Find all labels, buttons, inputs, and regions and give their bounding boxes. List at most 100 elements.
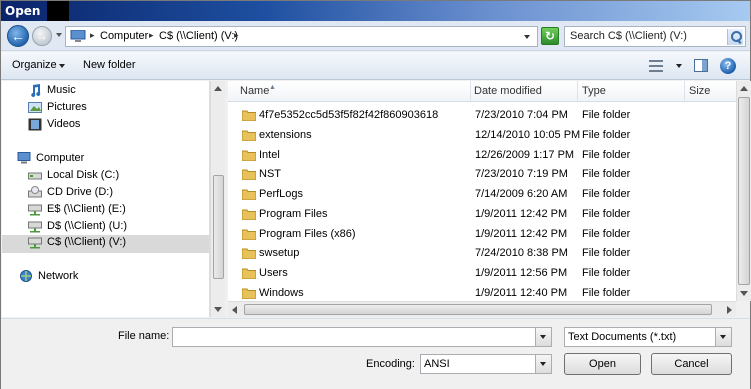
scroll-left-icon[interactable] <box>232 306 237 314</box>
back-button[interactable]: ← <box>7 25 29 47</box>
sidebar-item-pictures[interactable]: Pictures <box>28 100 208 117</box>
sidebar-item-label: E$ (\\Client) (E:) <box>47 203 126 215</box>
file-list-horizontal-scrollbar[interactable] <box>228 301 736 317</box>
sidebar-item-d-share[interactable]: D$ (\\Client) (U:) <box>28 219 208 236</box>
sidebar-item-e-share[interactable]: E$ (\\Client) (E:) <box>28 202 208 219</box>
chevron-down-icon[interactable] <box>535 355 551 373</box>
sidebar-item-label: C$ (\\Client) (V:) <box>47 236 127 248</box>
refresh-button[interactable]: ↻ <box>541 27 559 45</box>
address-dropdown-icon[interactable] <box>524 35 530 39</box>
sidebar-item-label: Videos <box>47 118 81 130</box>
table-row[interactable]: PerfLogs 7/14/2009 6:20 AM File folder <box>228 185 736 204</box>
table-row[interactable]: Intel 12/26/2009 1:17 PM File folder <box>228 146 736 165</box>
cd-drive-icon <box>28 186 42 198</box>
view-options-chevron-icon[interactable] <box>676 64 682 68</box>
column-header-size[interactable]: Size <box>689 85 710 97</box>
recent-locations-dropdown[interactable] <box>56 33 62 37</box>
music-icon <box>31 84 41 97</box>
computer-icon <box>70 30 86 42</box>
table-row[interactable]: Users 1/9/2011 12:56 PM File folder <box>228 264 736 283</box>
network-drive-icon <box>28 237 42 249</box>
scrollbar-thumb[interactable] <box>213 175 224 279</box>
column-header-row: Name ▲ Date modified Type Size <box>228 81 736 102</box>
help-icon[interactable]: ? <box>720 58 736 74</box>
folder-icon <box>242 189 256 200</box>
encoding-select[interactable]: ANSI <box>420 354 552 374</box>
encoding-value: ANSI <box>424 358 450 370</box>
scrollbar-thumb[interactable] <box>244 304 712 315</box>
search-box[interactable]: Search C$ (\\Client) (V:) <box>564 26 746 47</box>
sidebar-item-music[interactable]: Music <box>28 83 208 100</box>
preview-pane-icon[interactable] <box>694 59 708 72</box>
navigation-bar: ← → ▸ Computer ▸ C$ (\\Client) (V:) ▸ ↻ … <box>1 21 750 51</box>
sidebar-item-c-share[interactable]: C$ (\\Client) (V:) <box>2 235 209 253</box>
open-button[interactable]: Open <box>564 353 641 375</box>
file-name-label: File name: <box>118 330 170 342</box>
breadcrumb-computer[interactable]: Computer <box>100 30 148 42</box>
table-row[interactable]: NST 7/23/2010 7:19 PM File folder <box>228 165 736 184</box>
scroll-up-icon[interactable] <box>214 86 222 91</box>
breadcrumb-separator[interactable]: ▸ <box>149 30 154 41</box>
sidebar-item-label: Computer <box>36 152 85 164</box>
title-bar[interactable]: Open <box>1 1 750 21</box>
file-date: 1/9/2011 12:42 PM <box>475 228 568 240</box>
chevron-down-icon[interactable] <box>535 328 551 346</box>
sidebar-item-network[interactable]: Network <box>19 269 209 286</box>
scroll-up-icon[interactable] <box>740 86 748 91</box>
cancel-button[interactable]: Cancel <box>651 353 732 375</box>
folder-icon <box>242 229 256 240</box>
sidebar-item-computer[interactable]: Computer <box>17 151 207 168</box>
table-row[interactable]: Program Files (x86) 1/9/2011 12:42 PM Fi… <box>228 225 736 244</box>
organize-button[interactable]: Organize <box>12 59 57 71</box>
folder-icon <box>242 169 256 180</box>
table-row[interactable]: Windows 1/9/2011 12:40 PM File folder <box>228 284 736 301</box>
file-date: 1/9/2011 12:56 PM <box>475 267 568 279</box>
folder-icon <box>242 110 256 121</box>
column-header-type[interactable]: Type <box>582 85 606 97</box>
column-divider[interactable] <box>684 81 685 102</box>
file-date: 7/23/2010 7:19 PM <box>475 168 568 180</box>
navigation-pane-scrollbar[interactable] <box>210 81 225 317</box>
sidebar-item-label: D$ (\\Client) (U:) <box>47 220 128 232</box>
file-name: Windows <box>259 287 304 299</box>
file-name: PerfLogs <box>259 188 304 200</box>
table-row[interactable]: Program Files 1/9/2011 12:42 PM File fol… <box>228 205 736 224</box>
column-divider[interactable] <box>470 81 471 102</box>
file-type: File folder <box>582 149 631 161</box>
breadcrumb-separator[interactable]: ▸ <box>90 30 95 41</box>
scroll-right-icon[interactable] <box>727 306 732 314</box>
sidebar-item-videos[interactable]: Videos <box>28 117 208 134</box>
sidebar-item-local-disk[interactable]: Local Disk (C:) <box>28 168 208 185</box>
file-date: 12/26/2009 1:17 PM <box>475 149 575 161</box>
scrollbar-thumb[interactable] <box>738 97 750 285</box>
file-name: NST <box>259 168 281 180</box>
chevron-down-icon[interactable] <box>715 328 731 346</box>
file-type-filter[interactable]: Text Documents (*.txt) <box>564 327 732 347</box>
breadcrumb-separator[interactable]: ▸ <box>234 30 239 41</box>
file-name-field[interactable] <box>172 327 552 347</box>
search-icon[interactable] <box>727 29 743 45</box>
forward-button[interactable]: → <box>32 26 52 46</box>
column-header-date-modified[interactable]: Date modified <box>474 85 542 97</box>
breadcrumb-current-drive[interactable]: C$ (\\Client) (V:) <box>159 30 238 42</box>
folder-icon <box>242 209 256 220</box>
file-name: extensions <box>259 129 312 141</box>
file-type: File folder <box>582 287 631 299</box>
chevron-down-icon[interactable] <box>59 64 65 68</box>
change-view-icon[interactable] <box>649 60 663 72</box>
file-list-vertical-scrollbar[interactable] <box>736 81 751 301</box>
scroll-down-icon[interactable] <box>740 291 748 296</box>
folder-icon <box>242 130 256 141</box>
file-type: File folder <box>582 168 631 180</box>
table-row[interactable]: 4f7e5352cc5d53f5f82f42f860903618 7/23/20… <box>228 106 736 125</box>
address-bar[interactable]: ▸ Computer ▸ C$ (\\Client) (V:) ▸ <box>65 26 538 47</box>
table-row[interactable]: swsetup 7/24/2010 8:38 PM File folder <box>228 244 736 263</box>
column-divider[interactable] <box>577 81 578 102</box>
title-bar-block <box>47 1 69 21</box>
scroll-down-icon[interactable] <box>214 307 222 312</box>
new-folder-button[interactable]: New folder <box>83 59 136 71</box>
column-header-name[interactable]: Name <box>240 85 269 97</box>
table-row[interactable]: extensions 12/14/2010 10:05 PM File fold… <box>228 126 736 145</box>
sidebar-item-label: Network <box>38 270 79 282</box>
sidebar-item-cd-drive[interactable]: CD Drive (D:) <box>28 185 208 202</box>
